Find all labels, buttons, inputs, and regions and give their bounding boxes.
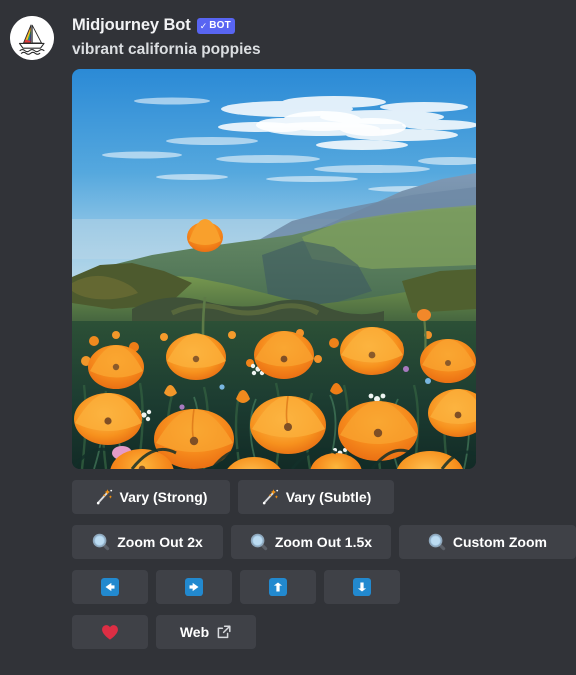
vary-strong-label: Vary (Strong) <box>119 489 208 505</box>
rainbow-sailboat-logo <box>10 16 54 60</box>
arrow-up-icon <box>269 578 287 596</box>
pan-up-button[interactable] <box>240 570 316 604</box>
button-row-pan <box>72 570 576 604</box>
magic-wand-icon <box>261 488 279 506</box>
pan-right-button[interactable] <box>156 570 232 604</box>
bot-badge: ✓ BOT <box>196 18 235 34</box>
arrow-left-icon <box>101 578 119 596</box>
author-username[interactable]: Midjourney Bot <box>72 14 191 36</box>
zoom-out-2x-button[interactable]: Zoom Out 2x <box>72 525 224 559</box>
vary-subtle-label: Vary (Subtle) <box>285 489 372 505</box>
discord-bot-message: Midjourney Bot ✓ BOT vibrant california … <box>0 0 576 675</box>
favorite-button[interactable] <box>72 615 148 649</box>
avatar[interactable] <box>10 16 54 60</box>
magnifying-glass-icon <box>250 533 268 551</box>
magnifying-glass-icon <box>92 533 110 551</box>
verified-check-icon: ✓ <box>199 20 208 31</box>
prompt-text: vibrant california poppies <box>72 41 261 58</box>
bot-badge-label: BOT <box>209 20 231 31</box>
zoom-out-15x-label: Zoom Out 1.5x <box>274 534 373 550</box>
button-row-vary: Vary (Strong) Vary (Subtle) <box>72 480 576 514</box>
web-label: Web <box>179 624 210 640</box>
action-button-rows: Vary (Strong) Vary (Subtle) Zoom Out 2x … <box>72 480 576 649</box>
custom-zoom-label: Custom Zoom <box>452 534 547 550</box>
heart-icon <box>101 623 119 641</box>
pan-down-button[interactable] <box>324 570 400 604</box>
generated-image[interactable] <box>72 69 476 469</box>
custom-zoom-button[interactable]: Custom Zoom <box>398 525 576 559</box>
message-header: Midjourney Bot ✓ BOT <box>72 14 576 36</box>
arrow-right-icon <box>185 578 203 596</box>
poppy-field-illustration <box>72 69 476 469</box>
web-button[interactable]: Web <box>156 615 256 649</box>
vary-strong-button[interactable]: Vary (Strong) <box>72 480 230 514</box>
external-link-icon <box>216 624 232 640</box>
button-row-extras: Web <box>72 615 576 649</box>
magic-wand-icon <box>95 488 113 506</box>
zoom-out-15x-button[interactable]: Zoom Out 1.5x <box>231 525 391 559</box>
zoom-out-2x-label: Zoom Out 2x <box>117 534 203 550</box>
vary-subtle-button[interactable]: Vary (Subtle) <box>238 480 394 514</box>
arrow-down-icon <box>353 578 371 596</box>
button-row-zoom: Zoom Out 2x Zoom Out 1.5x Custom Zoom <box>72 525 576 559</box>
pan-left-button[interactable] <box>72 570 148 604</box>
magnifying-glass-icon <box>428 533 446 551</box>
